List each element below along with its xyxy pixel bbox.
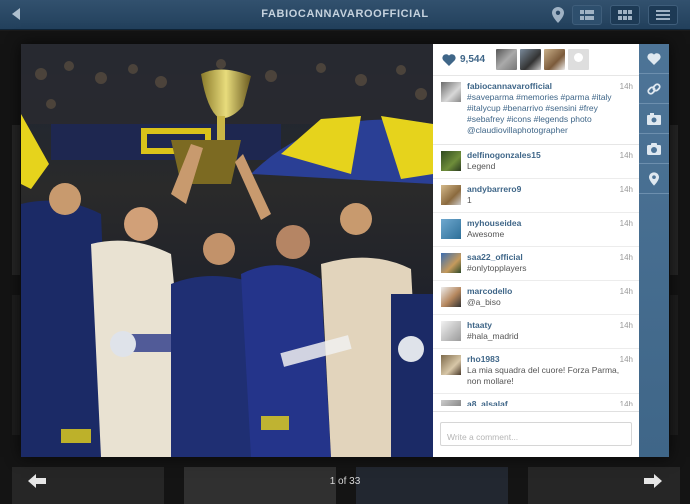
comment-text: @a_biso: [467, 297, 501, 307]
avatar[interactable]: [441, 151, 461, 171]
celebration-photo: [21, 44, 433, 457]
avatar[interactable]: [441, 287, 461, 307]
comment-item: a8_alsalaf 14h: [433, 394, 639, 406]
comment-username[interactable]: htaaty: [467, 320, 631, 330]
comment-text: Awesome: [467, 229, 505, 239]
camera-icon[interactable]: [639, 134, 669, 164]
liker-avatar[interactable]: [520, 49, 542, 70]
action-sidebar: [639, 44, 669, 457]
comment-username[interactable]: andybarrero9: [467, 184, 631, 194]
comment-time: 14h: [619, 185, 633, 194]
likes-bar: 9,544: [433, 44, 639, 76]
link-icon[interactable]: [639, 74, 669, 104]
comment-item: saa22_official 14h #onlytopplayers: [433, 247, 639, 281]
heart-icon[interactable]: [639, 44, 669, 74]
avatar[interactable]: [441, 400, 461, 406]
post-caption: fabiocannavarofficial 14h #saveparma #me…: [433, 76, 639, 145]
comment-username[interactable]: a8_alsalaf: [467, 399, 631, 406]
photo-lightbox: 9,544 fabiocannavarofficial 14h #savepar…: [21, 44, 669, 457]
comment-time: 14h: [619, 287, 633, 296]
comment-time: 14h: [619, 82, 633, 91]
comment-text: La mia squadra del cuore! Forza Parma, n…: [467, 365, 620, 386]
comment-input[interactable]: [447, 432, 625, 442]
comment-time: 14h: [619, 219, 633, 228]
comment-text: 1: [467, 195, 472, 205]
comment-item: delfinogonzales15 14h Legend: [433, 145, 639, 179]
comment-input-box[interactable]: [440, 422, 632, 446]
liker-avatar[interactable]: [568, 49, 590, 70]
comment-text: #onlytopplayers: [467, 263, 527, 273]
next-arrow-icon[interactable]: [644, 474, 662, 488]
grid-view-icon[interactable]: [610, 5, 640, 25]
top-bar: FABIOCANNAVAROOFFICIAL: [0, 0, 690, 30]
like-count[interactable]: 9,544: [460, 54, 485, 65]
comment-username[interactable]: rho1983: [467, 354, 631, 364]
comment-username[interactable]: myhouseidea: [467, 218, 631, 228]
comment-time: 14h: [619, 151, 633, 160]
post-details-panel: 9,544 fabiocannavarofficial 14h #savepar…: [433, 44, 639, 457]
avatar[interactable]: [441, 321, 461, 341]
comment-username[interactable]: delfinogonzales15: [467, 150, 631, 160]
avatar[interactable]: [441, 219, 461, 239]
photo-counter: 1 of 33: [329, 476, 361, 487]
comment-time: 14h: [619, 355, 633, 364]
comment-item: marcodello 14h @a_biso: [433, 281, 639, 315]
comments-list[interactable]: fabiocannavarofficial 14h #saveparma #me…: [433, 76, 639, 406]
avatar[interactable]: [441, 185, 461, 205]
list-view-icon[interactable]: [572, 5, 602, 25]
top-bar-icons: [552, 5, 678, 25]
comment-username[interactable]: saa22_official: [467, 252, 631, 262]
comment-time: 14h: [619, 253, 633, 262]
caption-text: #saveparma #memories #parma #italy #ital…: [467, 92, 612, 135]
divider: [433, 411, 639, 412]
comment-item: rho1983 14h La mia squadra del cuore! Fo…: [433, 349, 639, 394]
comment-item: andybarrero9 14h 1: [433, 179, 639, 213]
comment-item: htaaty 14h #hala_madrid: [433, 315, 639, 349]
comment-username[interactable]: fabiocannavarofficial: [467, 81, 631, 91]
avatar[interactable]: [441, 82, 461, 102]
tag-icon[interactable]: [639, 104, 669, 134]
avatar[interactable]: [441, 253, 461, 273]
comment-text: Legend: [467, 161, 496, 171]
comment-time: 14h: [619, 400, 633, 406]
avatar[interactable]: [441, 355, 461, 375]
location-pin-icon[interactable]: [639, 164, 669, 194]
comment-time: 14h: [619, 321, 633, 330]
liker-avatar[interactable]: [544, 49, 566, 70]
post-photo[interactable]: [21, 44, 433, 457]
comment-text: #hala_madrid: [467, 331, 519, 341]
comment-username[interactable]: marcodello: [467, 286, 631, 296]
heart-icon[interactable]: [442, 53, 456, 66]
liker-avatar[interactable]: [496, 49, 518, 70]
menu-icon[interactable]: [648, 5, 678, 25]
location-pin-icon[interactable]: [552, 7, 564, 23]
comment-item: myhouseidea 14h Awesome: [433, 213, 639, 247]
